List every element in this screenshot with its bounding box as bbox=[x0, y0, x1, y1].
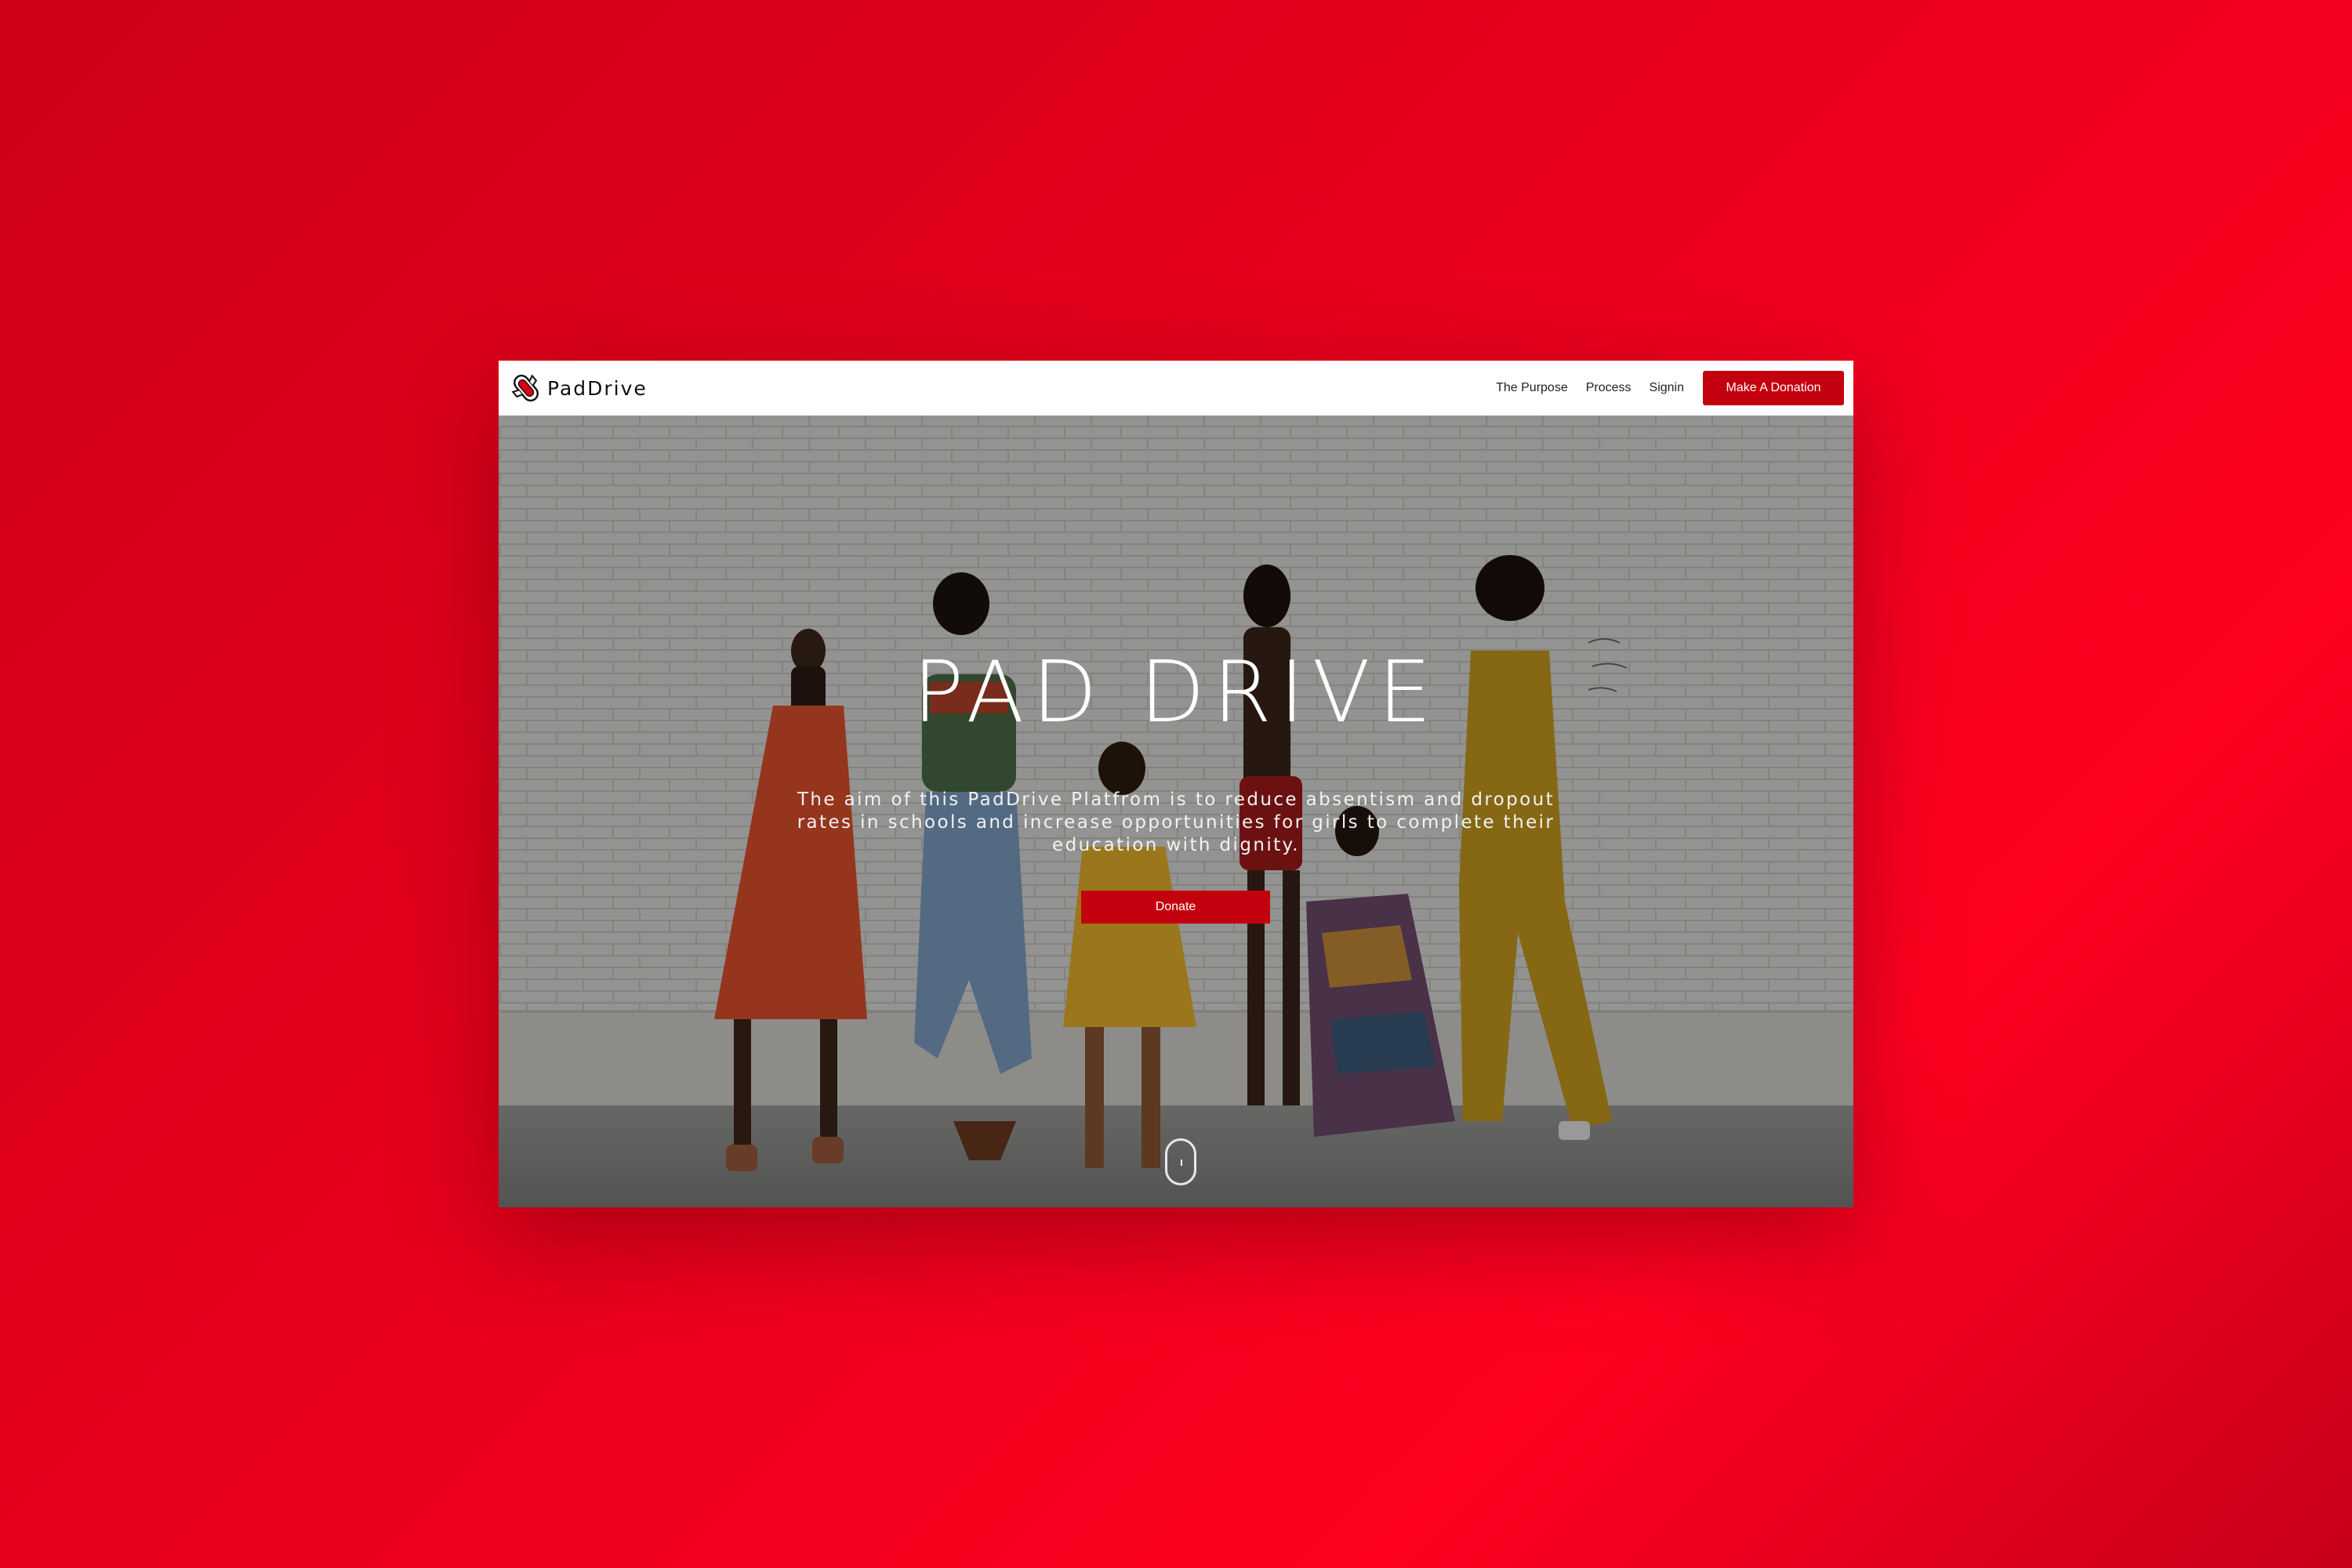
hero-section: PAD DRIVE The aim of this PadDrive Platf… bbox=[499, 416, 1853, 1207]
mouse-scroll-icon[interactable] bbox=[1165, 1138, 1196, 1185]
pad-logo-icon bbox=[511, 374, 539, 402]
make-donation-button[interactable]: Make A Donation bbox=[1703, 371, 1844, 405]
brand-name: PadDrive bbox=[547, 376, 648, 400]
scroll-wheel-dot bbox=[1181, 1160, 1182, 1166]
hero-title: PAD DRIVE bbox=[913, 644, 1439, 742]
navbar: PadDrive The Purpose Process Signin Make… bbox=[499, 361, 1853, 416]
nav-link-the-purpose[interactable]: The Purpose bbox=[1496, 381, 1568, 395]
nav-links: The Purpose Process Signin Make A Donati… bbox=[1478, 361, 1844, 416]
website-mockup: PadDrive The Purpose Process Signin Make… bbox=[499, 361, 1853, 1207]
brand[interactable]: PadDrive bbox=[510, 372, 648, 405]
nav-link-process[interactable]: Process bbox=[1586, 381, 1632, 395]
nav-link-signin[interactable]: Signin bbox=[1650, 381, 1684, 395]
hero-subtitle: The aim of this PadDrive Platfrom is to … bbox=[797, 789, 1555, 855]
donate-button[interactable]: Donate bbox=[1081, 891, 1270, 924]
